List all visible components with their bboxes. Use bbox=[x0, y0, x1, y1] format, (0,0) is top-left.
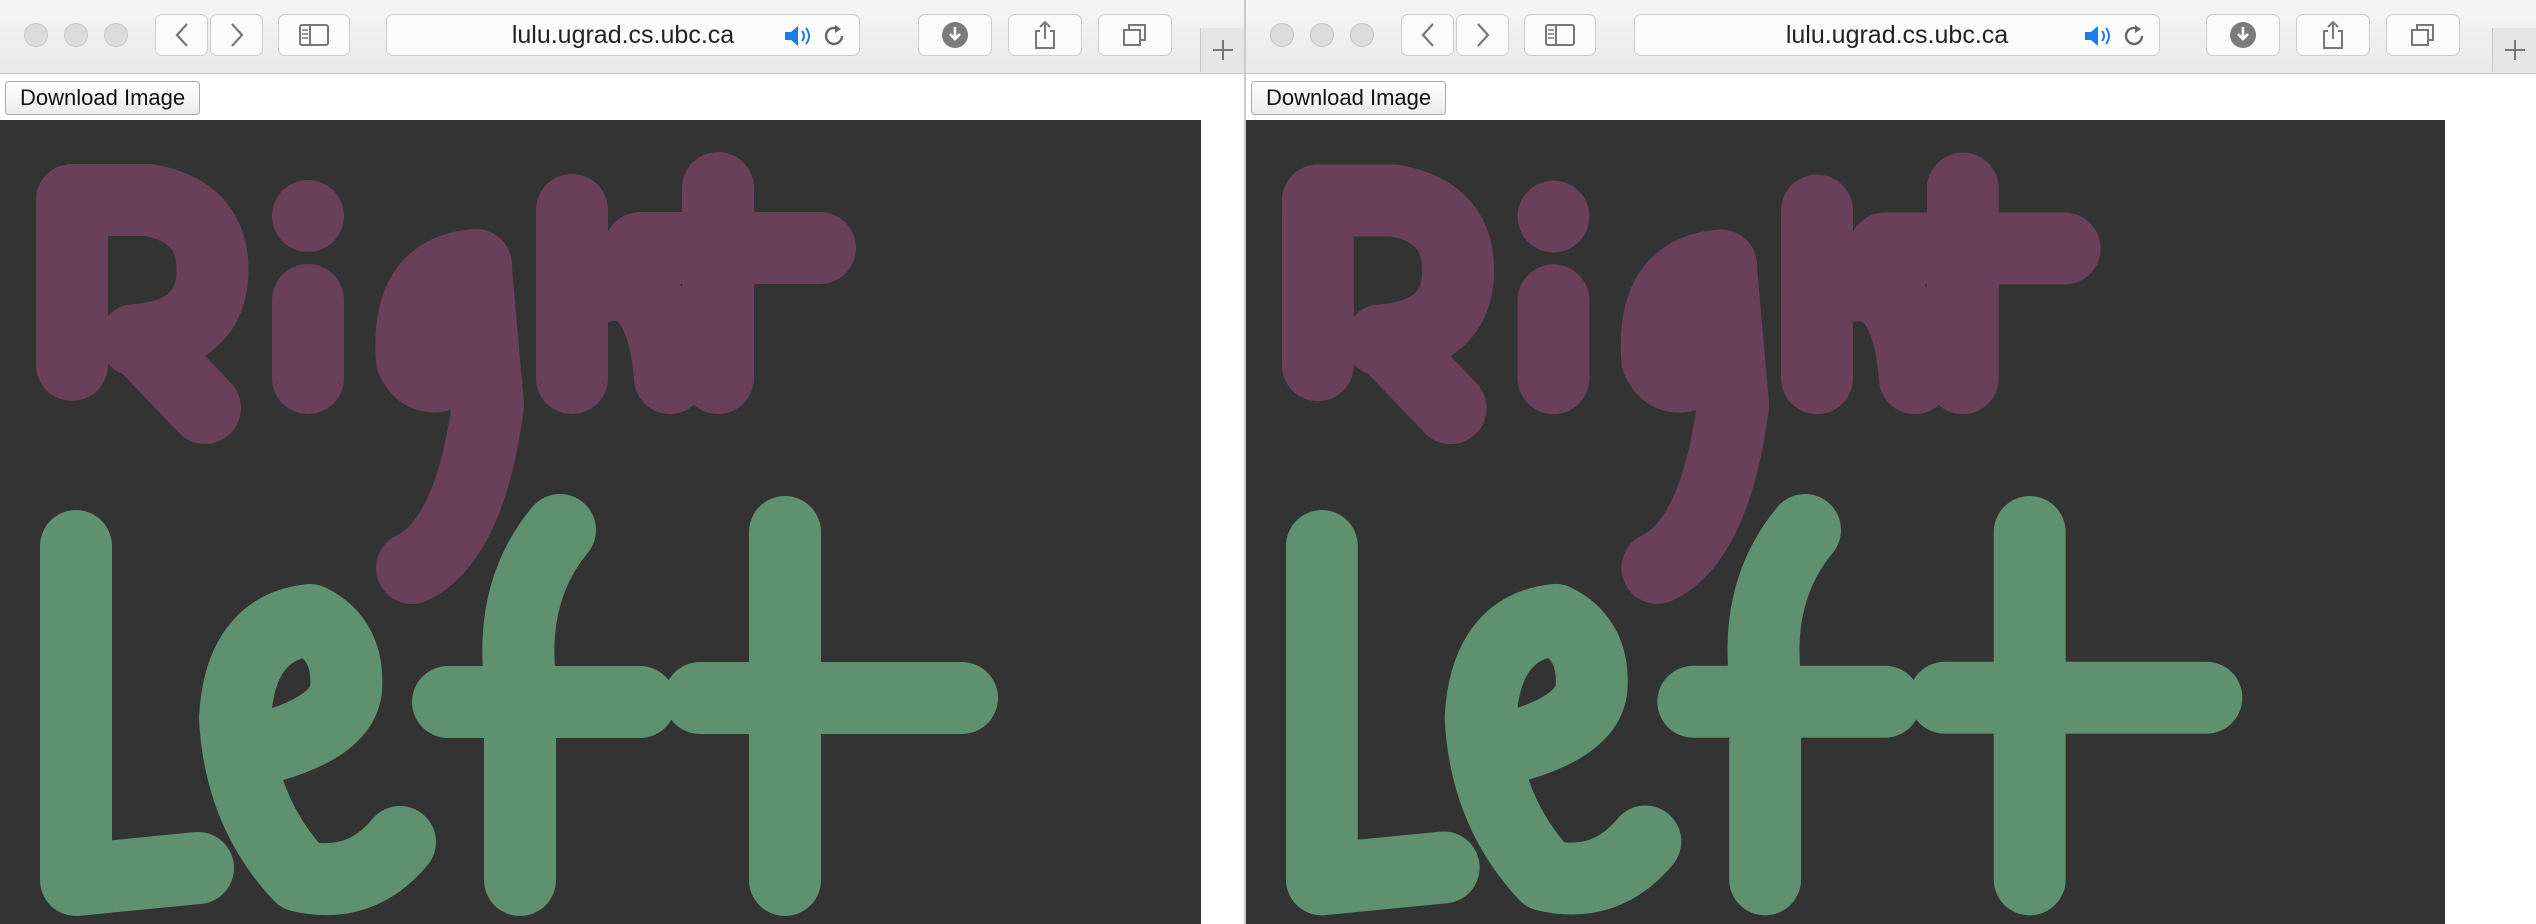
back-chevron-icon bbox=[1421, 23, 1434, 47]
minimize-window-button[interactable] bbox=[64, 23, 88, 47]
tabs-icon bbox=[1123, 24, 1146, 46]
browser-window-right: lulu.ugrad.cs.ubc.ca Download Image bbox=[1244, 0, 2536, 924]
back-button[interactable] bbox=[1401, 14, 1454, 56]
drawing-canvas[interactable] bbox=[1246, 120, 2445, 924]
letter-i-dot bbox=[272, 180, 344, 252]
address-bar[interactable]: lulu.ugrad.cs.ubc.ca bbox=[1634, 14, 2160, 56]
download-icon bbox=[2230, 22, 2256, 48]
share-icon bbox=[1035, 20, 1055, 49]
new-tab-button[interactable] bbox=[1200, 28, 1244, 72]
sidebar-icon bbox=[1545, 24, 1575, 46]
download-icon bbox=[942, 22, 968, 48]
forward-chevron-icon bbox=[230, 23, 243, 47]
forward-chevron-icon bbox=[1476, 23, 1489, 47]
browser-toolbar: lulu.ugrad.cs.ubc.ca bbox=[0, 0, 1244, 74]
browser-window-left: lulu.ugrad.cs.ubc.ca Download Image bbox=[0, 0, 1244, 924]
forward-button[interactable] bbox=[210, 14, 263, 56]
letter-i-dot bbox=[1517, 180, 1590, 253]
share-button[interactable] bbox=[2296, 14, 2370, 56]
speaker-icon[interactable] bbox=[2083, 24, 2113, 48]
word-right-drawing bbox=[1281, 152, 2101, 604]
back-chevron-icon bbox=[175, 23, 188, 47]
drawing-canvas[interactable] bbox=[0, 120, 1201, 924]
show-tabs-button[interactable] bbox=[2386, 14, 2460, 56]
download-image-button[interactable]: Download Image bbox=[1251, 81, 1447, 115]
browser-toolbar: lulu.ugrad.cs.ubc.ca bbox=[1246, 0, 2536, 74]
url-text: lulu.ugrad.cs.ubc.ca bbox=[1785, 21, 2009, 49]
show-tabs-button[interactable] bbox=[1098, 14, 1172, 56]
share-button[interactable] bbox=[1008, 14, 1082, 56]
sidebar-button[interactable] bbox=[278, 14, 350, 56]
address-bar[interactable]: lulu.ugrad.cs.ubc.ca bbox=[386, 14, 860, 56]
forward-button[interactable] bbox=[1456, 14, 1509, 56]
sidebar-button[interactable] bbox=[1524, 14, 1596, 56]
plus-icon bbox=[1213, 40, 1233, 60]
downloads-button[interactable] bbox=[2206, 14, 2280, 56]
reload-icon[interactable] bbox=[2121, 23, 2147, 49]
minimize-window-button[interactable] bbox=[1310, 23, 1334, 47]
reload-icon[interactable] bbox=[821, 23, 847, 49]
share-icon bbox=[2323, 20, 2343, 49]
new-tab-button[interactable] bbox=[2492, 28, 2536, 72]
back-button[interactable] bbox=[155, 14, 208, 56]
zoom-window-button[interactable] bbox=[104, 23, 128, 47]
word-left-drawing bbox=[40, 494, 998, 916]
sidebar-icon bbox=[299, 24, 329, 46]
plus-icon bbox=[2505, 40, 2525, 60]
close-window-button[interactable] bbox=[24, 23, 48, 47]
word-right-drawing bbox=[36, 152, 856, 604]
word-left-drawing bbox=[1285, 494, 2243, 916]
zoom-window-button[interactable] bbox=[1350, 23, 1374, 47]
close-window-button[interactable] bbox=[1270, 23, 1294, 47]
downloads-button[interactable] bbox=[918, 14, 992, 56]
download-image-button[interactable]: Download Image bbox=[5, 81, 201, 115]
tabs-icon bbox=[2411, 24, 2434, 46]
speaker-icon[interactable] bbox=[783, 24, 813, 48]
